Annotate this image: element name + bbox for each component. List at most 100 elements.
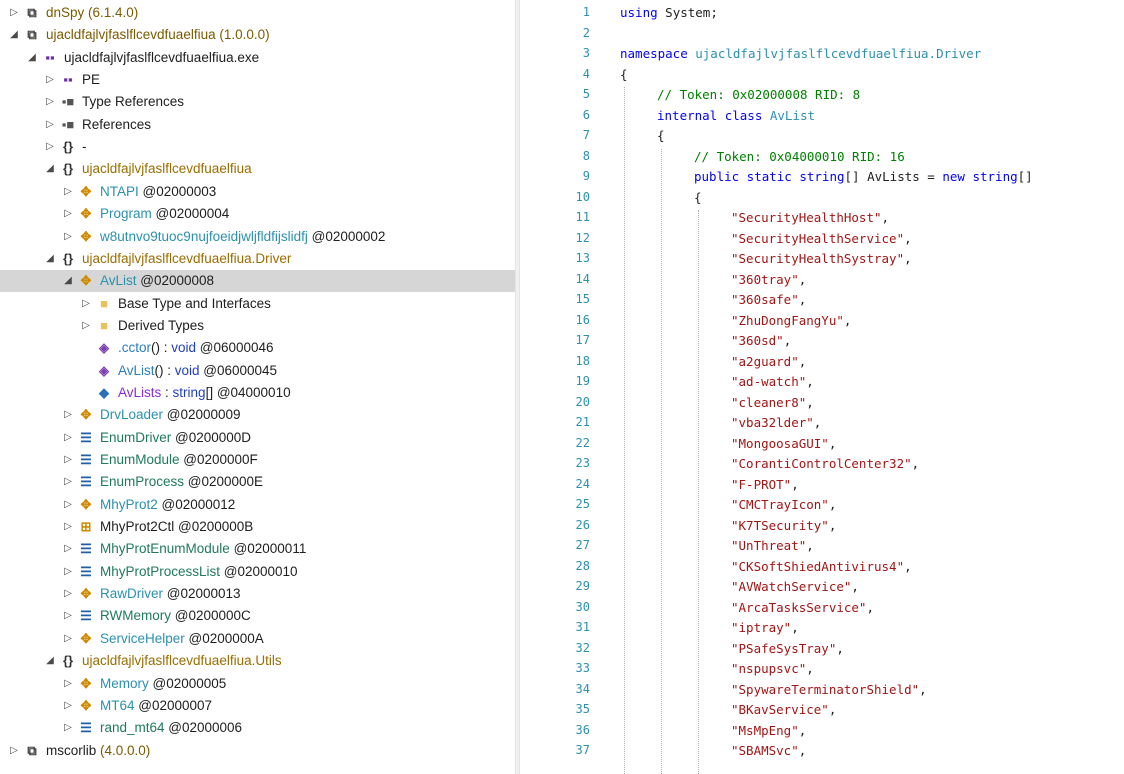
tree-node[interactable]: ◆ AvLists : string[] @04000010: [0, 382, 515, 404]
code-line[interactable]: "BKavService",: [731, 702, 836, 717]
tree-node[interactable]: ▷ ⧉ mscorlib (4.0.0.0): [0, 740, 515, 762]
tree-node[interactable]: ▷ ▪■ References: [0, 114, 515, 136]
tree-node[interactable]: ▷ ✥ Program @02000004: [0, 203, 515, 225]
collapse-arrow-icon[interactable]: ◢: [26, 47, 38, 69]
tree-node[interactable]: ▷ ■ Derived Types: [0, 315, 515, 337]
expand-arrow-icon[interactable]: ▷: [8, 740, 20, 762]
tree-node[interactable]: ◢ ▪▪ ujacldfajlvjfaslflcevdfuaelfiua.exe: [0, 47, 515, 69]
code-line[interactable]: "cleaner8",: [731, 395, 814, 410]
tree-node[interactable]: ▷ ✥ ServiceHelper @0200000A: [0, 628, 515, 650]
tree-node[interactable]: ◢ {} ujacldfajlvjfaslflcevdfuaelfiua: [0, 158, 515, 180]
tree-node[interactable]: ▷ ☰ EnumDriver @0200000D: [0, 427, 515, 449]
code-line[interactable]: "AVWatchService",: [731, 579, 859, 594]
tree-node[interactable]: ▷ ⊞ MhyProt2Ctl @0200000B: [0, 516, 515, 538]
code-line[interactable]: namespace ujacldfajlvjfaslflcevdfuaelfiu…: [620, 46, 981, 61]
code-line[interactable]: "iptray",: [731, 620, 799, 635]
tree-node[interactable]: ◢ ⧉ ujacldfajlvjfaslflcevdfuaelfiua (1.0.0…: [0, 24, 515, 46]
expand-arrow-icon[interactable]: ▷: [62, 404, 74, 426]
expand-arrow-icon[interactable]: ▷: [62, 449, 74, 471]
expand-arrow-icon[interactable]: ▷: [62, 427, 74, 449]
code-line[interactable]: "SecurityHealthHost",: [731, 210, 889, 225]
code-line[interactable]: using System;: [620, 5, 718, 20]
code-line[interactable]: "SecurityHealthSystray",: [731, 251, 912, 266]
code-line[interactable]: "SecurityHealthService",: [731, 231, 912, 246]
expand-arrow-icon[interactable]: ▷: [62, 717, 74, 739]
expand-arrow-icon[interactable]: ▷: [80, 315, 92, 337]
tree-node[interactable]: ▷ ✥ Memory @02000005: [0, 673, 515, 695]
tree-node[interactable]: ▷ ☰ EnumModule @0200000F: [0, 449, 515, 471]
tree-node[interactable]: ▷ ☰ MhyProtProcessList @02000010: [0, 561, 515, 583]
code-line[interactable]: {: [694, 190, 702, 205]
expand-arrow-icon[interactable]: ▷: [62, 695, 74, 717]
tree-node[interactable]: ▷ ▪▪ PE: [0, 69, 515, 91]
tree-node[interactable]: ▷ {} -: [0, 136, 515, 158]
code-line[interactable]: "PSafeSysTray",: [731, 641, 844, 656]
code-line[interactable]: "360sd",: [731, 333, 791, 348]
tree-node[interactable]: ▷ ✥ MT64 @02000007: [0, 695, 515, 717]
code-line[interactable]: // Token: 0x04000010 RID: 16: [694, 149, 905, 164]
code-line[interactable]: // Token: 0x02000008 RID: 8: [657, 87, 860, 102]
tree-node[interactable]: ▷ ✥ DrvLoader @02000009: [0, 404, 515, 426]
tree-node[interactable]: ▷ ☰ rand_mt64 @02000006: [0, 717, 515, 739]
code-line[interactable]: "MsMpEng",: [731, 723, 806, 738]
tree-node[interactable]: ▷ ■ Base Type and Interfaces: [0, 293, 515, 315]
tree-node[interactable]: ▷ ☰ RWMemory @0200000C: [0, 605, 515, 627]
collapse-arrow-icon[interactable]: ◢: [62, 270, 74, 292]
collapse-arrow-icon[interactable]: ◢: [8, 24, 20, 46]
code-line[interactable]: "CorantiControlCenter32",: [731, 456, 919, 471]
code-line[interactable]: "nspupsvc",: [731, 661, 814, 676]
expand-arrow-icon[interactable]: ▷: [62, 538, 74, 560]
tree-node[interactable]: ▷ ☰ EnumProcess @0200000E: [0, 471, 515, 493]
code-line[interactable]: internal class AvList: [657, 108, 815, 123]
tree-node[interactable]: ◈ .cctor() : void @06000046: [0, 337, 515, 359]
expand-arrow-icon[interactable]: ▷: [62, 583, 74, 605]
code-line[interactable]: "CKSoftShiedAntivirus4",: [731, 559, 912, 574]
code-line[interactable]: {: [657, 128, 665, 143]
code-line[interactable]: "UnThreat",: [731, 538, 814, 553]
tree-node[interactable]: ▷ ✥ w8utnvo9tuoc9nujfoeidjwljfldfijslidfj …: [0, 226, 515, 248]
code-line[interactable]: "ArcaTasksService",: [731, 600, 874, 615]
code-line[interactable]: "CMCTrayIcon",: [731, 497, 836, 512]
code-line[interactable]: "MongoosaGUI",: [731, 436, 836, 451]
tree-node[interactable]: ◢ {} ujacldfajlvjfaslflcevdfuaelfiua.Utils: [0, 650, 515, 672]
expand-arrow-icon[interactable]: ▷: [44, 69, 56, 91]
tree-node[interactable]: ◢ {} ujacldfajlvjfaslflcevdfuaelfiua.Drive…: [0, 248, 515, 270]
expand-arrow-icon[interactable]: ▷: [62, 226, 74, 248]
expand-arrow-icon[interactable]: ▷: [62, 673, 74, 695]
code-line[interactable]: "SBAMSvc",: [731, 743, 806, 758]
expand-arrow-icon[interactable]: ▷: [62, 494, 74, 516]
code-line[interactable]: "F-PROT",: [731, 477, 799, 492]
collapse-arrow-icon[interactable]: ◢: [44, 650, 56, 672]
expand-arrow-icon[interactable]: ▷: [62, 181, 74, 203]
expand-arrow-icon[interactable]: ▷: [62, 203, 74, 225]
code-line[interactable]: {: [620, 67, 628, 82]
code-line[interactable]: "ZhuDongFangYu",: [731, 313, 851, 328]
code-line[interactable]: "ad-watch",: [731, 374, 814, 389]
expand-arrow-icon[interactable]: ▷: [62, 516, 74, 538]
expand-arrow-icon[interactable]: ▷: [62, 561, 74, 583]
expand-arrow-icon[interactable]: ▷: [62, 605, 74, 627]
tree-node[interactable]: ▷ ☰ MhyProtEnumModule @02000011: [0, 538, 515, 560]
code-line[interactable]: "SpywareTerminatorShield",: [731, 682, 927, 697]
collapse-arrow-icon[interactable]: ◢: [44, 158, 56, 180]
expand-arrow-icon[interactable]: ▷: [44, 91, 56, 113]
code-line[interactable]: "K7TSecurity",: [731, 518, 836, 533]
code-line[interactable]: public static string[] AvLists = new str…: [694, 169, 1033, 184]
expand-arrow-icon[interactable]: ▷: [44, 114, 56, 136]
code-line[interactable]: "360tray",: [731, 272, 806, 287]
code-line[interactable]: "a2guard",: [731, 354, 806, 369]
tree-node[interactable]: ▷ ✥ RawDriver @02000013: [0, 583, 515, 605]
assembly-explorer-tree[interactable]: ▷ ⧉ dnSpy (6.1.4.0) ◢ ⧉ ujacldfajlvjfaslflcev…: [0, 0, 515, 774]
code-editor[interactable]: 1 using System; 2 3 namespace ujacldfajlvjfa…: [520, 0, 1124, 774]
code-line[interactable]: "360safe",: [731, 292, 806, 307]
tree-node[interactable]: ▷ ✥ NTAPI @02000003: [0, 181, 515, 203]
expand-arrow-icon[interactable]: ▷: [62, 628, 74, 650]
tree-node[interactable]: ▷ ✥ MhyProt2 @02000012: [0, 494, 515, 516]
tree-node[interactable]: ▷ ▪■ Type References: [0, 91, 515, 113]
expand-arrow-icon[interactable]: ▷: [80, 293, 92, 315]
expand-arrow-icon[interactable]: ▷: [44, 136, 56, 158]
expand-arrow-icon[interactable]: ▷: [62, 471, 74, 493]
expand-arrow-icon[interactable]: ▷: [8, 2, 20, 24]
tree-node[interactable]: ◈ AvList() : void @06000045: [0, 360, 515, 382]
tree-node[interactable]: ◢ ✥ AvList @02000008: [0, 270, 515, 293]
